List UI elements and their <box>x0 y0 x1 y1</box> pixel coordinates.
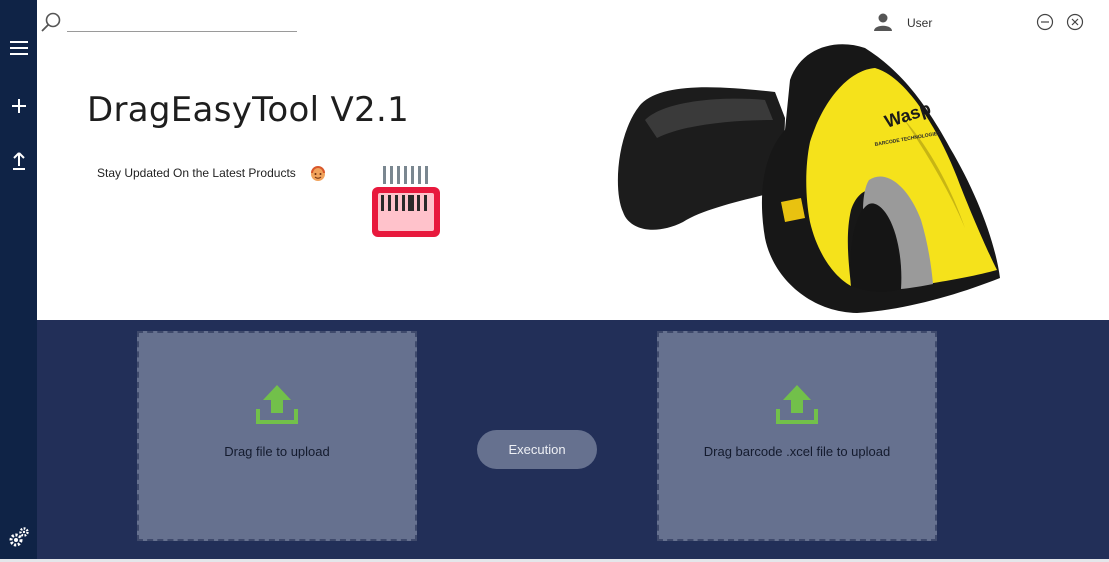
sidebar-add-button[interactable] <box>0 91 37 121</box>
minimize-icon[interactable] <box>1036 13 1054 31</box>
user-avatar-icon[interactable] <box>873 12 893 32</box>
barcode-scanner-illustration: Wasp BARCODE TECHNOLOGIES <box>617 44 1000 314</box>
close-icon[interactable] <box>1066 13 1084 31</box>
sidebar-menu-button[interactable] <box>0 33 37 63</box>
page-title: DragEasyTool V2.1 <box>87 90 410 130</box>
execution-button[interactable]: Execution <box>477 430 597 469</box>
subtitle: Stay Updated On the Latest Products <box>97 166 296 180</box>
sidebar <box>0 0 37 562</box>
support-agent-icon <box>311 166 325 181</box>
upload-arrow-icon <box>12 152 25 170</box>
hamburger-menu-icon <box>9 41 28 55</box>
search-input[interactable] <box>67 13 297 32</box>
file-dropzone[interactable]: Drag file to upload <box>137 331 417 541</box>
upload-tray-icon <box>776 385 818 424</box>
sidebar-upload-button[interactable] <box>0 146 37 176</box>
search-icon[interactable] <box>40 11 62 33</box>
settings-button[interactable] <box>0 522 37 552</box>
gears-icon <box>9 527 29 547</box>
dropzone-label: Drag barcode .xcel file to upload <box>703 444 891 459</box>
dropzone-label: Drag file to upload <box>224 444 330 459</box>
upload-tray-icon <box>256 385 298 424</box>
barcode-excel-dropzone[interactable]: Drag barcode .xcel file to upload <box>657 331 937 541</box>
barcode-scanner-icon <box>372 166 440 237</box>
user-label[interactable]: User <box>907 16 932 30</box>
plus-icon <box>11 99 26 113</box>
